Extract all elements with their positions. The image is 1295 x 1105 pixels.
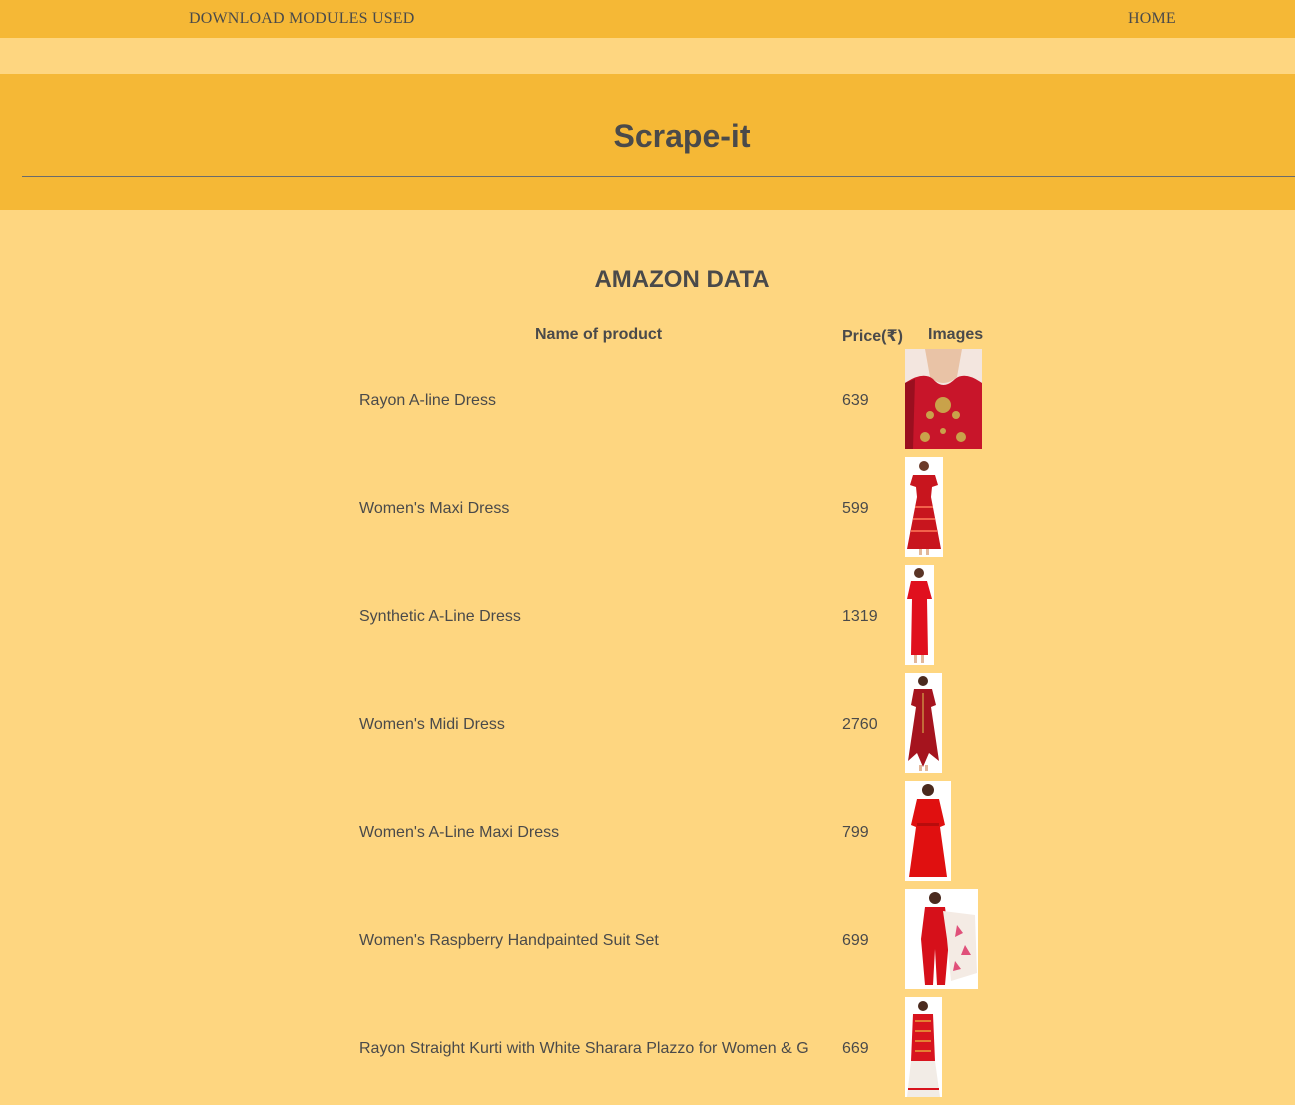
table-row: Rayon Straight Kurti with White Sharara … bbox=[0, 997, 1295, 1105]
product-name: Women's Midi Dress bbox=[359, 716, 505, 733]
product-image[interactable] bbox=[905, 889, 978, 989]
table-row: Rayon A-line Dress 639 bbox=[0, 349, 1295, 457]
product-name: Rayon A-line Dress bbox=[359, 392, 496, 409]
top-nav-bar: DOWNLOAD MODULES USED HOME bbox=[0, 0, 1295, 38]
section-title: AMAZON DATA bbox=[594, 266, 770, 293]
product-price: 1319 bbox=[842, 608, 878, 625]
home-link[interactable]: HOME bbox=[1128, 10, 1176, 28]
page-title: Scrape-it bbox=[613, 118, 751, 154]
header-banner: Scrape-it bbox=[0, 74, 1295, 210]
product-name: Women's Raspberry Handpainted Suit Set bbox=[359, 932, 659, 949]
table-row: Women's Midi Dress 2760 bbox=[0, 673, 1295, 781]
product-image[interactable] bbox=[905, 565, 934, 665]
download-modules-link[interactable]: DOWNLOAD MODULES USED bbox=[189, 10, 415, 28]
product-name: Synthetic A-Line Dress bbox=[359, 608, 521, 625]
product-image[interactable] bbox=[905, 781, 951, 881]
product-image[interactable] bbox=[905, 457, 943, 557]
column-header-price: Price(₹) bbox=[842, 328, 903, 345]
product-image[interactable] bbox=[905, 673, 942, 773]
table-row: Women's Maxi Dress 599 bbox=[0, 457, 1295, 565]
product-image[interactable] bbox=[905, 997, 942, 1097]
product-price: 639 bbox=[842, 392, 869, 409]
header-divider bbox=[22, 176, 1295, 177]
product-price: 699 bbox=[842, 932, 869, 949]
product-name: Women's A-Line Maxi Dress bbox=[359, 824, 560, 841]
column-header-images: Images bbox=[928, 326, 984, 343]
table-row: Women's Raspberry Handpainted Suit Set 6… bbox=[0, 889, 1295, 997]
product-image[interactable] bbox=[905, 349, 982, 449]
table-row: Women's A-Line Maxi Dress 799 bbox=[0, 781, 1295, 889]
table-row: Synthetic A-Line Dress 1319 bbox=[0, 565, 1295, 673]
product-price: 599 bbox=[842, 500, 869, 517]
product-name: Women's Maxi Dress bbox=[359, 500, 510, 517]
product-price: 2760 bbox=[842, 716, 878, 733]
product-name: Rayon Straight Kurti with White Sharara … bbox=[359, 1040, 809, 1057]
column-header-name: Name of product bbox=[535, 326, 663, 343]
product-price: 669 bbox=[842, 1040, 869, 1057]
product-price: 799 bbox=[842, 824, 869, 841]
